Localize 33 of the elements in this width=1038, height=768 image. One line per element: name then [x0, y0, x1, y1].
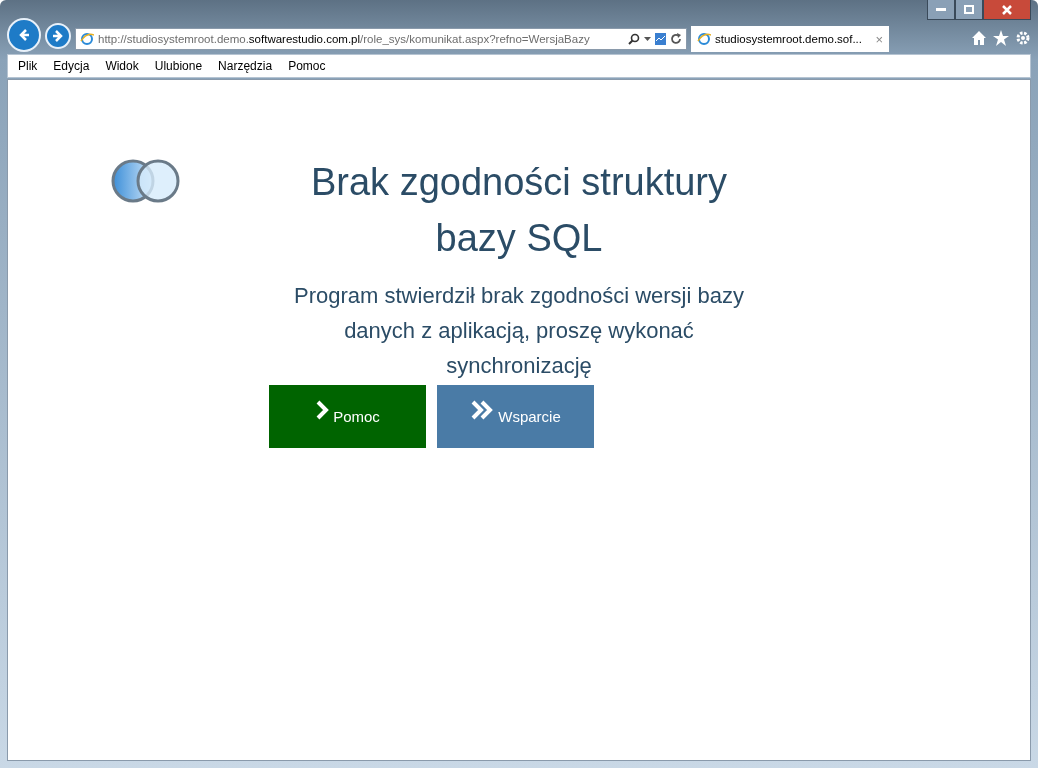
search-icon[interactable] — [628, 33, 640, 45]
star-icon[interactable] — [993, 30, 1009, 46]
settings-icon[interactable] — [1015, 30, 1031, 46]
dropdown-caret-icon[interactable] — [644, 37, 651, 41]
chevron-icon — [315, 399, 330, 420]
menu-item[interactable]: Edycja — [53, 59, 90, 73]
menu-item[interactable]: Widok — [105, 59, 139, 73]
browser-icon — [80, 32, 94, 46]
browser-tab[interactable]: studiosystemroot.demo.sof... × — [691, 26, 889, 52]
menu-item[interactable]: Ulubione — [154, 59, 203, 73]
page-title: Brak zgodności struktury bazy SQL — [309, 160, 729, 261]
link-button[interactable]: Wsparcie — [437, 385, 594, 448]
overlapping-rings-logo — [111, 157, 181, 205]
home-icon[interactable] — [971, 30, 987, 46]
browser-icon — [697, 32, 711, 46]
link-button[interactable]: Pomoc — [269, 385, 426, 448]
minimize-button[interactable] — [927, 0, 955, 20]
address-field[interactable]: http://studiosystemroot.demo.softwarestudio.com.pl/role_sys/komunikat.aspx?refno=WersjaBazy — [75, 28, 687, 50]
close-button[interactable] — [983, 0, 1031, 20]
minimize-icon — [936, 7, 946, 12]
menu-item[interactable]: Narzędzia — [218, 59, 273, 73]
close-icon — [1002, 4, 1012, 15]
menu-item[interactable]: Plik — [18, 59, 38, 73]
maximize-icon — [964, 5, 974, 14]
message-text: Program stwierdził brak zgodności wersji bazy danych z aplikacją, proszę wykonać synchronizację — [293, 282, 745, 380]
compatibility-icon[interactable] — [655, 33, 666, 45]
forward-button[interactable] — [45, 23, 71, 49]
tab-close-button[interactable]: × — [875, 31, 883, 47]
double-chevron-icon — [470, 399, 495, 420]
refresh-icon[interactable] — [670, 33, 682, 45]
menu-item[interactable]: Pomoc — [288, 59, 326, 73]
back-button[interactable] — [7, 18, 41, 52]
maximize-button[interactable] — [955, 0, 983, 20]
